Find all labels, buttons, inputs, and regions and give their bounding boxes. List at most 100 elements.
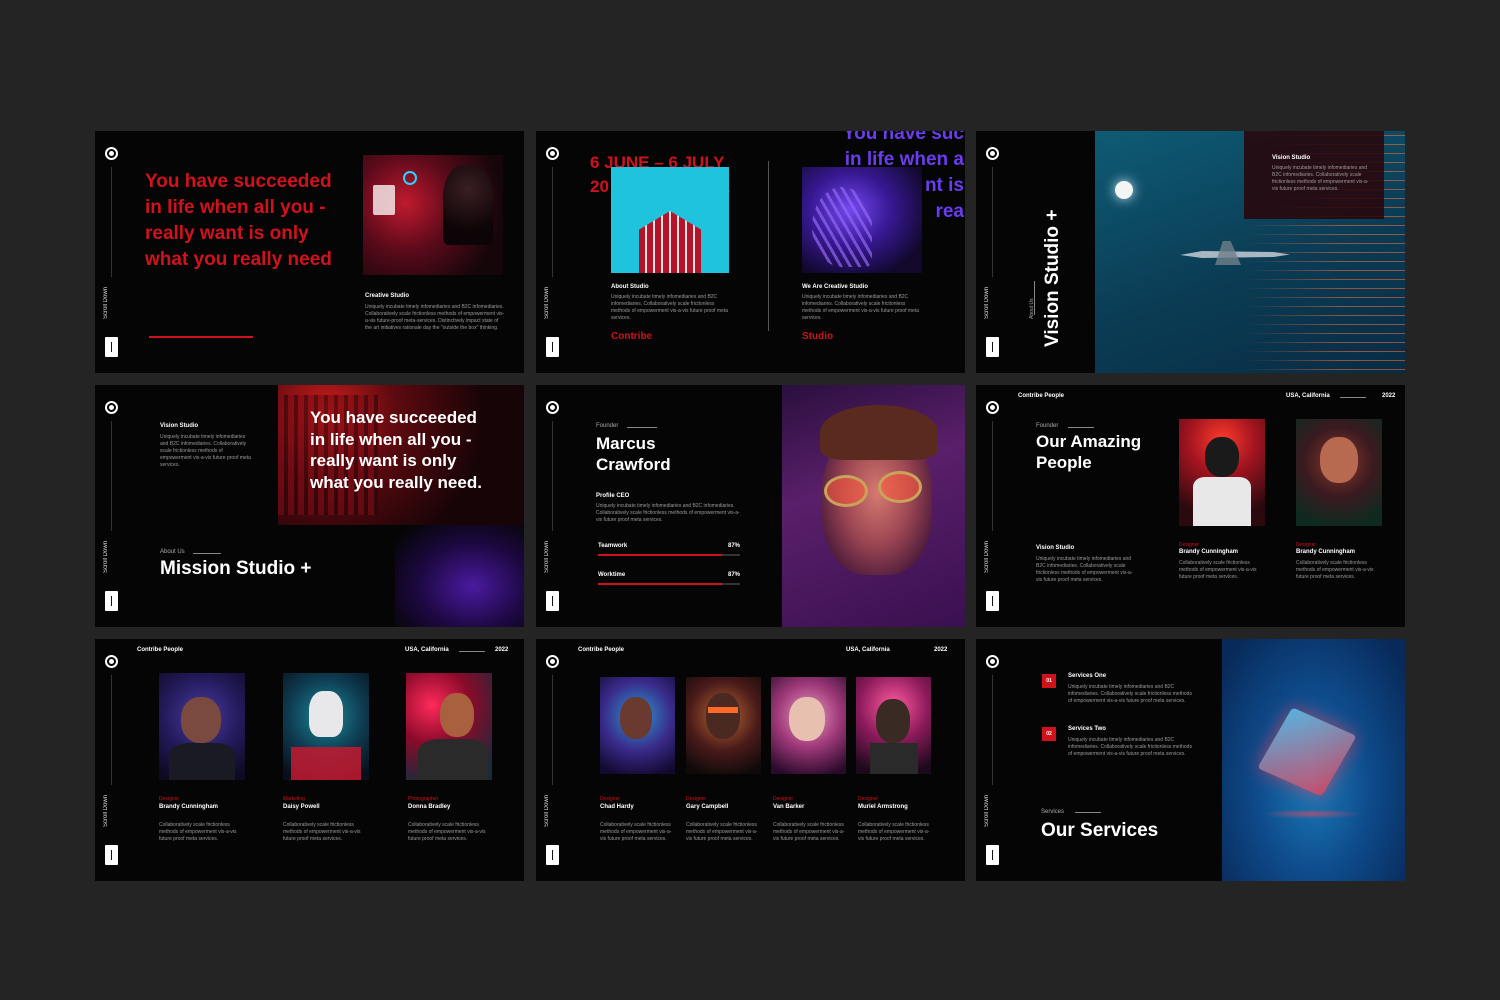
- slide-rail: Scroll Down: [536, 385, 570, 627]
- slide-vision-studio[interactable]: Scroll Down About Us Vision Studio + Vis…: [976, 131, 1405, 373]
- vision-title: Vision Studio +: [1042, 209, 1063, 347]
- date-year: 20: [590, 177, 609, 196]
- founder-label: Founder: [596, 423, 619, 429]
- scroll-down-button[interactable]: [546, 591, 559, 611]
- service-title: Services One: [1068, 673, 1107, 679]
- divider: [111, 675, 112, 785]
- headline-line: really want is only: [145, 223, 309, 244]
- slide-rail: Scroll Down: [976, 385, 1010, 627]
- slide-rail: Scroll Down: [976, 639, 1010, 881]
- person-name: Muriel Armstrong: [858, 804, 908, 810]
- header-year: 2022: [934, 647, 948, 653]
- header-year: 2022: [495, 647, 509, 653]
- slide-rail: Scroll Down: [95, 131, 129, 373]
- headline-line: really want is only: [310, 451, 457, 470]
- scroll-down-button[interactable]: [986, 845, 999, 865]
- person-text: Collaboratively scale frictionless metho…: [283, 822, 361, 842]
- person-text: Collaboratively scale frictionless metho…: [686, 822, 758, 842]
- scroll-down-button[interactable]: [546, 845, 559, 865]
- people-title: Our Amazing People: [1036, 431, 1141, 473]
- divider: [111, 421, 112, 531]
- person-text: Collaboratively scale frictionless metho…: [408, 822, 486, 842]
- scroll-down-label: Scroll Down: [984, 795, 990, 828]
- person-name: Daisy Powell: [283, 804, 320, 810]
- logo-icon: [546, 401, 559, 414]
- person-name: Gary Campbell: [686, 804, 729, 810]
- slide-founder-profile[interactable]: Scroll Down Founder Marcus Crawford Prof…: [536, 385, 965, 627]
- person-role: Designer: [686, 796, 707, 802]
- person-role: Designer: [858, 796, 879, 802]
- header-location: USA, California: [1286, 393, 1330, 399]
- slide-team-three[interactable]: Scroll Down Contribe People USA, Califor…: [95, 639, 524, 881]
- person-role: Designer: [773, 796, 794, 802]
- person-photo: [1179, 419, 1265, 526]
- skill-percent: 87%: [727, 572, 740, 578]
- scroll-down-button[interactable]: [105, 337, 118, 357]
- vision-title: Vision Studio: [160, 423, 199, 429]
- person-text: Collaboratively scale frictionless metho…: [1179, 560, 1257, 580]
- scroll-down-button[interactable]: [986, 591, 999, 611]
- header-location: USA, California: [405, 647, 449, 653]
- headline-line: You have suc: [842, 131, 964, 144]
- person-name: Brandy Cunningham: [1179, 549, 1239, 555]
- skill-label: Worktime: [598, 572, 626, 578]
- person-text: Collaboratively scale frictionless metho…: [773, 822, 845, 842]
- skill-percent: 87%: [727, 543, 740, 549]
- profile-title: Profile CEO: [596, 493, 630, 499]
- founder-name: Marcus Crawford: [596, 433, 671, 475]
- person-name: Chad Hardy: [600, 804, 634, 810]
- person-role: Designer: [159, 796, 180, 802]
- person-name: Brandy Cunningham: [1296, 549, 1356, 555]
- slide-rail: Scroll Down: [536, 131, 570, 373]
- creative-text: Uniquely incubate timely infomediaries a…: [802, 294, 919, 321]
- scroll-down-button[interactable]: [105, 591, 118, 611]
- person-photo: [686, 677, 761, 774]
- skill-bar: Worktime 87%: [598, 572, 740, 586]
- person-role: Designer: [1296, 542, 1317, 548]
- scroll-down-label: Scroll Down: [103, 795, 109, 828]
- slide-about-studio[interactable]: Scroll Down 6 JUNE – 6 JULY 20E You have…: [536, 131, 965, 373]
- service-number-badge: 02: [1042, 727, 1056, 741]
- slide-amazing-people[interactable]: Scroll Down Contribe People USA, Califor…: [976, 385, 1405, 627]
- person-photo: [771, 677, 846, 774]
- skill-bar: Teamwork 87%: [598, 543, 740, 557]
- title-line: Our Amazing: [1036, 432, 1142, 451]
- skill-label: Teamwork: [598, 543, 628, 549]
- header-left: Contribe People: [1018, 393, 1065, 399]
- slide-mission-studio[interactable]: Scroll Down Vision Studio Uniquely incub…: [95, 385, 524, 627]
- logo-icon: [105, 655, 118, 668]
- scroll-down-button[interactable]: [105, 845, 118, 865]
- slide-our-services[interactable]: Scroll Down 01 Services One Uniquely inc…: [976, 639, 1405, 881]
- slide-team-four[interactable]: Scroll Down Contribe People USA, Califor…: [536, 639, 965, 881]
- slide-creative-studio[interactable]: Scroll Down You have succeeded in life w…: [95, 131, 524, 373]
- leaf-photo: [802, 167, 922, 273]
- box-text: Uniquely incubate timely infomediaries a…: [1272, 165, 1369, 192]
- person-photo: [406, 673, 492, 780]
- caption-title: Creative Studio: [365, 293, 410, 299]
- contribe-link[interactable]: Contribe: [611, 331, 652, 342]
- logo-icon: [105, 147, 118, 160]
- vision-text: Uniquely incubate timely infomediaries a…: [1036, 556, 1133, 583]
- person-text: Collaboratively scale frictionless metho…: [600, 822, 672, 842]
- person-name: Donna Bradley: [408, 804, 451, 810]
- info-box: Vision Studio Uniquely incubate timely i…: [1244, 131, 1384, 219]
- slide-rail: Scroll Down: [95, 385, 129, 627]
- caption-text: Uniquely incubate timely infomediaries a…: [365, 304, 505, 331]
- name-line: Marcus: [596, 434, 656, 453]
- about-text: Uniquely incubate timely infomediaries a…: [611, 294, 728, 321]
- studio-link[interactable]: Studio: [802, 331, 833, 342]
- headline-line: what you really need.: [310, 472, 482, 492]
- person-role: Marketing: [283, 796, 305, 802]
- cube-photo: [1222, 639, 1405, 881]
- services-label: Services: [1041, 809, 1065, 815]
- divider: [552, 421, 553, 531]
- scroll-down-button[interactable]: [986, 337, 999, 357]
- person-photo: [283, 673, 369, 780]
- box-title: Vision Studio: [1272, 155, 1311, 161]
- vision-title: Vision Studio: [1036, 545, 1075, 551]
- service-title: Services Two: [1068, 726, 1106, 732]
- headline-line: in life when all you -: [145, 197, 326, 218]
- hero-headline: You have succeeded in life when all you …: [145, 169, 405, 273]
- scroll-down-label: Scroll Down: [103, 287, 109, 320]
- scroll-down-button[interactable]: [546, 337, 559, 357]
